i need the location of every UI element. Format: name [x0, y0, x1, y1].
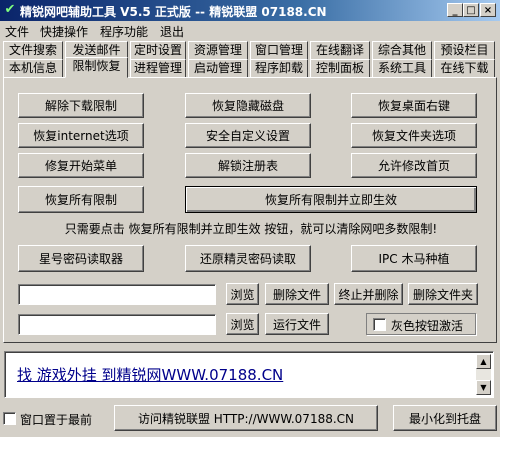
link-display-box: 找 游戏外挂 到精锐网WWW.07188.CN ▲ ▼ — [4, 351, 494, 398]
window-on-top-checkbox[interactable] — [3, 412, 16, 425]
terminate-and-delete-button[interactable]: 终止并删除 — [334, 283, 403, 305]
scrollbar[interactable]: ▲ ▼ — [476, 354, 491, 395]
repair-start-menu-button[interactable]: 修复开始菜单 — [18, 153, 144, 178]
site-link[interactable]: 找 游戏外挂 到精锐网WWW.07188.CN — [17, 364, 283, 385]
tab-process-manager[interactable]: 进程管理 — [130, 59, 186, 78]
unlock-registry-button[interactable]: 解锁注册表 — [185, 153, 311, 178]
menu-quick-actions[interactable]: 快捷操作 — [40, 23, 88, 40]
minimize-to-tray-button[interactable]: 最小化到托盘 — [393, 405, 497, 431]
scroll-up-icon[interactable]: ▲ — [476, 354, 491, 369]
delete-folder-button[interactable]: 删除文件夹 — [408, 283, 478, 305]
safe-custom-settings-button[interactable]: 安全自定义设置 — [185, 123, 311, 148]
restore-hidden-disk-button[interactable]: 恢复隐藏磁盘 — [185, 93, 311, 118]
tab-preset-columns[interactable]: 预设栏目 — [434, 41, 495, 60]
maximize-button[interactable]: □ — [463, 3, 479, 17]
visit-site-button[interactable]: 访问精锐联盟 HTTP://WWW.07188.CN — [114, 405, 378, 431]
notice-text: 只需要点击 恢复所有限制并立即生效 按钮，就可以清除网吧多数限制! — [64, 222, 438, 236]
menu-bar: 文件 快捷操作 程序功能 退出 — [0, 21, 500, 39]
tab-restore-limits[interactable]: 限制恢复 — [65, 57, 128, 78]
minimize-button[interactable]: _ — [447, 3, 463, 17]
tab-system-tools[interactable]: 系统工具 — [372, 59, 432, 78]
delete-file-button[interactable]: 删除文件 — [265, 283, 329, 305]
tab-file-search[interactable]: 文件搜索 — [3, 41, 63, 60]
browse-button-1[interactable]: 浏览 — [226, 283, 259, 305]
tab-control-panel[interactable]: 控制面板 — [310, 59, 370, 78]
tab-uninstall[interactable]: 程序卸载 — [250, 59, 308, 78]
file-path-input-2[interactable] — [18, 314, 216, 335]
title-bar[interactable]: ✔ 精锐网吧辅助工具 V5.5 正式版 -- 精锐联盟 07188.CN _ □… — [0, 0, 500, 21]
tab-online-translate[interactable]: 在线翻译 — [310, 41, 370, 60]
window-title: 精锐网吧辅助工具 V5.5 正式版 -- 精锐联盟 07188.CN — [20, 5, 327, 19]
ipc-trojan-button[interactable]: IPC 木马种植 — [351, 245, 477, 272]
restore-all-limits-button[interactable]: 恢复所有限制 — [18, 186, 144, 213]
restore-desktop-rightclick-button[interactable]: 恢复桌面右键 — [351, 93, 477, 118]
tab-startup-manager[interactable]: 启动管理 — [188, 59, 248, 78]
restore-limits-panel: 解除下载限制 恢复隐藏磁盘 恢复桌面右键 恢复internet选项 安全自定义设… — [3, 77, 497, 343]
menu-program-functions[interactable]: 程序功能 — [100, 23, 148, 40]
star-password-reader-button[interactable]: 星号密码读取器 — [18, 245, 144, 272]
close-button[interactable]: × — [480, 3, 496, 17]
remove-download-limit-button[interactable]: 解除下载限制 — [18, 93, 144, 118]
restore-folder-options-button[interactable]: 恢复文件夹选项 — [351, 123, 477, 148]
gray-button-activate-label: 灰色按钮激活 — [391, 319, 464, 333]
restore-all-and-apply-button[interactable]: 恢复所有限制并立即生效 — [185, 186, 477, 213]
menu-exit[interactable]: 退出 — [160, 23, 184, 40]
restore-jingling-password-button[interactable]: 还原精灵密码读取 — [185, 245, 311, 272]
tab-online-download[interactable]: 在线下载 — [434, 59, 495, 78]
tab-timer-settings[interactable]: 定时设置 — [130, 41, 186, 60]
gray-button-activate-checkbox[interactable] — [373, 318, 386, 331]
file-path-input-1[interactable] — [18, 284, 216, 305]
main-window: ✔ 精锐网吧辅助工具 V5.5 正式版 -- 精锐联盟 07188.CN _ □… — [0, 0, 500, 437]
restore-internet-options-button[interactable]: 恢复internet选项 — [18, 123, 144, 148]
run-file-button[interactable]: 运行文件 — [265, 313, 329, 335]
menu-file[interactable]: 文件 — [5, 23, 29, 40]
scroll-down-icon[interactable]: ▼ — [476, 380, 491, 395]
tab-misc[interactable]: 综合其他 — [372, 41, 432, 60]
app-icon: ✔ — [4, 2, 16, 17]
allow-modify-homepage-button[interactable]: 允许修改首页 — [351, 153, 477, 178]
tab-resource-manager[interactable]: 资源管理 — [188, 41, 248, 60]
browse-button-2[interactable]: 浏览 — [226, 313, 259, 335]
tab-window-manager[interactable]: 窗口管理 — [250, 41, 308, 60]
window-on-top-label: 窗口置于最前 — [20, 413, 93, 427]
tab-local-info[interactable]: 本机信息 — [3, 59, 63, 78]
